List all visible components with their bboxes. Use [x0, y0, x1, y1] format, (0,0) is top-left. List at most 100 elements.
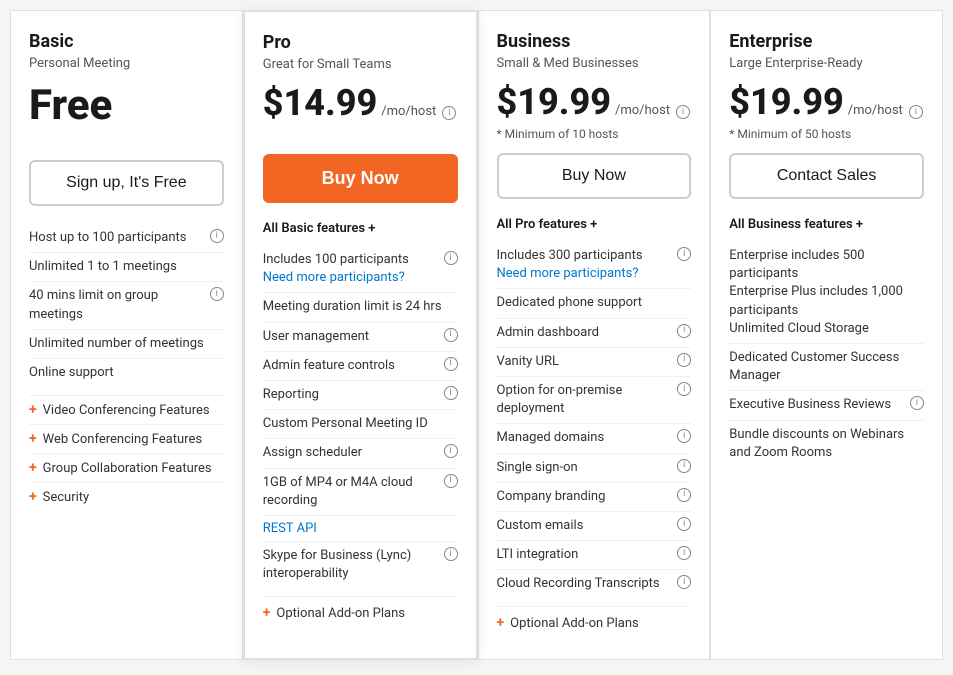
plan-pro-name: Pro — [263, 32, 458, 53]
plan-business: Business Small & Med Businesses $19.99 /… — [478, 10, 711, 660]
info-icon[interactable]: i — [677, 247, 691, 261]
info-icon[interactable]: i — [677, 546, 691, 560]
feature-assign-scheduler: Assign scheduler i — [263, 438, 458, 467]
plan-enterprise-tagline: Large Enterprise-Ready — [729, 56, 924, 71]
plan-enterprise-cta[interactable]: Contact Sales — [729, 153, 924, 199]
feature-skype: Skype for Business (Lync) interoperabili… — [263, 541, 458, 588]
plus-icon: + — [29, 489, 37, 505]
feature-sso: Single sign-on i — [497, 453, 692, 482]
plan-enterprise-period: /mo/host — [848, 103, 903, 118]
plan-enterprise: Enterprise Large Enterprise-Ready $19.99… — [710, 10, 943, 660]
feature-custom-meeting-id: Custom Personal Meeting ID — [263, 409, 458, 438]
feature-dedicated-phone: Dedicated phone support — [497, 288, 692, 317]
expand-video-conferencing[interactable]: + Video Conferencing Features — [29, 395, 224, 424]
feature-company-branding: Company branding i — [497, 482, 692, 511]
plan-business-features: Includes 300 participants Need more part… — [497, 242, 692, 598]
expand-group-collaboration[interactable]: + Group Collaboration Features — [29, 453, 224, 482]
plan-basic-price: Free — [29, 81, 112, 130]
feature-40mins: 40 mins limit on group meetings i — [29, 281, 224, 328]
plan-business-period: /mo/host — [615, 103, 670, 118]
feature-admin-controls: Admin feature controls i — [263, 351, 458, 380]
plan-pro-note — [263, 128, 458, 144]
feature-unlimited-meetings: Unlimited number of meetings — [29, 329, 224, 358]
info-icon[interactable]: i — [444, 386, 458, 400]
plan-basic-note — [29, 134, 224, 150]
info-icon[interactable]: i — [909, 105, 923, 119]
info-icon[interactable]: i — [677, 517, 691, 531]
info-icon[interactable]: i — [677, 459, 691, 473]
plan-basic-name: Basic — [29, 31, 224, 52]
info-icon[interactable]: i — [444, 444, 458, 458]
plus-icon: + — [29, 431, 37, 447]
plan-business-tagline: Small & Med Businesses — [497, 56, 692, 71]
info-icon[interactable]: i — [677, 324, 691, 338]
feature-lti: LTI integration i — [497, 540, 692, 569]
feature-user-management: User management i — [263, 322, 458, 351]
info-icon[interactable]: i — [677, 575, 691, 589]
plan-pro-price: $14.99 — [263, 82, 377, 124]
info-icon[interactable]: i — [210, 229, 224, 243]
feature-online-support: Online support — [29, 358, 224, 387]
feature-pro-participants: Includes 100 participants Need more part… — [263, 246, 458, 292]
feature-bundle-discounts: Bundle discounts on Webinars and Zoom Ro… — [729, 420, 924, 467]
plan-pro: Pro Great for Small Teams $14.99 /mo/hos… — [243, 10, 478, 660]
info-icon[interactable]: i — [442, 106, 456, 120]
feature-participants: Host up to 100 participants i — [29, 224, 224, 252]
feature-custom-emails: Custom emails i — [497, 511, 692, 540]
feature-admin-dashboard: Admin dashboard i — [497, 318, 692, 347]
feature-reporting: Reporting i — [263, 380, 458, 409]
info-icon[interactable]: i — [444, 474, 458, 488]
feature-vanity-url: Vanity URL i — [497, 347, 692, 376]
expand-security[interactable]: + Security — [29, 482, 224, 511]
info-icon[interactable]: i — [677, 488, 691, 502]
plan-business-price: $19.99 — [497, 81, 611, 123]
plan-enterprise-note: * Minimum of 50 hosts — [729, 127, 924, 143]
pricing-container: Basic Personal Meeting Free Sign up, It'… — [10, 10, 943, 660]
plus-icon: + — [29, 402, 37, 418]
plan-enterprise-price: $19.99 — [729, 81, 843, 123]
plan-enterprise-features: Enterprise includes 500 participants Ent… — [729, 242, 924, 467]
feature-biz-participants: Includes 300 participants Need more part… — [497, 242, 692, 288]
plus-icon: + — [263, 605, 271, 621]
plan-business-cta[interactable]: Buy Now — [497, 153, 692, 199]
info-icon[interactable]: i — [444, 251, 458, 265]
plan-pro-features-title: All Basic features + — [263, 221, 458, 236]
info-icon[interactable]: i — [677, 429, 691, 443]
feature-managed-domains: Managed domains i — [497, 423, 692, 452]
plan-enterprise-features-title: All Business features + — [729, 217, 924, 232]
plan-pro-cta[interactable]: Buy Now — [263, 154, 458, 203]
expand-web-conferencing[interactable]: + Web Conferencing Features — [29, 424, 224, 453]
info-icon[interactable]: i — [676, 105, 690, 119]
plan-business-features-title: All Pro features + — [497, 217, 692, 232]
feature-cloud-transcripts: Cloud Recording Transcripts i — [497, 569, 692, 598]
feature-1to1: Unlimited 1 to 1 meetings — [29, 252, 224, 281]
feature-on-premise: Option for on-premise deployment i — [497, 376, 692, 423]
plan-enterprise-name: Enterprise — [729, 31, 924, 52]
plan-pro-features: Includes 100 participants Need more part… — [263, 246, 458, 588]
info-icon[interactable]: i — [677, 353, 691, 367]
info-icon[interactable]: i — [677, 382, 691, 396]
rest-api-link[interactable]: REST API — [263, 521, 458, 536]
info-icon[interactable]: i — [210, 287, 224, 301]
plus-icon: + — [497, 615, 505, 631]
addon-pro[interactable]: + Optional Add-on Plans — [263, 596, 458, 629]
need-more-participants-link[interactable]: Need more participants? — [263, 270, 405, 285]
plan-business-note: * Minimum of 10 hosts — [497, 127, 692, 143]
feature-ent-participants: Enterprise includes 500 participants Ent… — [729, 242, 924, 343]
info-icon[interactable]: i — [910, 396, 924, 410]
plan-basic-features: Host up to 100 participants i Unlimited … — [29, 224, 224, 387]
plan-pro-period: /mo/host — [381, 104, 436, 119]
info-icon[interactable]: i — [444, 328, 458, 342]
feature-csm: Dedicated Customer Success Manager — [729, 343, 924, 390]
feature-cloud-recording: 1GB of MP4 or M4A cloud recording i — [263, 468, 458, 515]
need-more-participants-link[interactable]: Need more participants? — [497, 266, 639, 281]
info-icon[interactable]: i — [444, 547, 458, 561]
plan-basic-tagline: Personal Meeting — [29, 56, 224, 71]
feature-meeting-duration: Meeting duration limit is 24 hrs — [263, 292, 458, 321]
feature-executive-reviews: Executive Business Reviews i — [729, 390, 924, 419]
addon-business[interactable]: + Optional Add-on Plans — [497, 606, 692, 639]
plan-basic-cta[interactable]: Sign up, It's Free — [29, 160, 224, 206]
info-icon[interactable]: i — [444, 357, 458, 371]
plus-icon: + — [29, 460, 37, 476]
plan-pro-tagline: Great for Small Teams — [263, 57, 458, 72]
